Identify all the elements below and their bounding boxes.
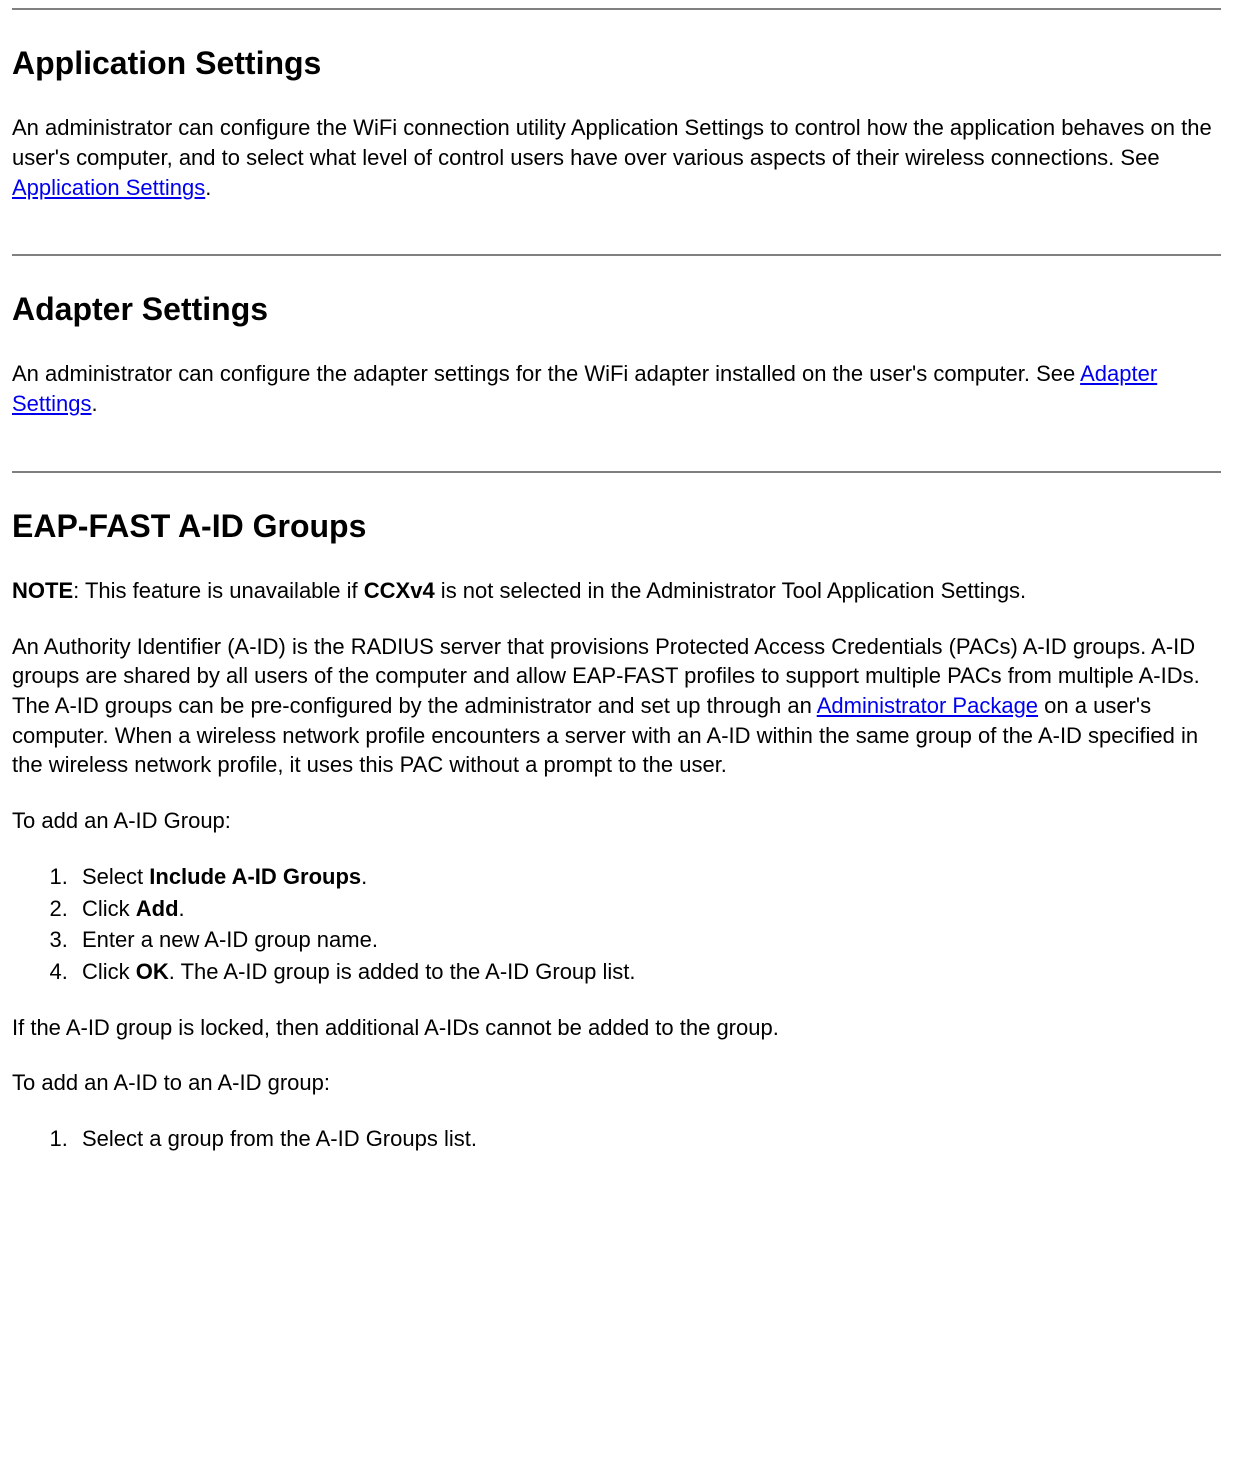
- note-bold-ccxv4: CCXv4: [364, 578, 435, 603]
- list-item: Select Include A-ID Groups.: [74, 862, 1221, 892]
- li2-bold: Add: [136, 896, 179, 921]
- text-app-settings-after: .: [205, 175, 211, 200]
- heading-adapter-settings: Adapter Settings: [12, 288, 1221, 331]
- paragraph-aid-description: An Authority Identifier (A-ID) is the RA…: [12, 632, 1221, 780]
- paragraph-application-settings: An administrator can configure the WiFi …: [12, 113, 1221, 202]
- link-application-settings[interactable]: Application Settings: [12, 175, 205, 200]
- heading-application-settings: Application Settings: [12, 42, 1221, 85]
- divider-1: [12, 254, 1221, 256]
- divider-top: [12, 8, 1221, 10]
- li1-before: Select: [82, 864, 149, 889]
- list-add-aid-group: Select Include A-ID Groups. Click Add. E…: [12, 862, 1221, 987]
- li2-after: .: [179, 896, 185, 921]
- note-before-bold: : This feature is unavailable if: [73, 578, 364, 603]
- list-item: Click Add.: [74, 894, 1221, 924]
- li2-before: Click: [82, 896, 136, 921]
- note-after-bold: is not selected in the Administrator Too…: [435, 578, 1027, 603]
- li4-bold: OK: [136, 959, 169, 984]
- note-label: NOTE: [12, 578, 73, 603]
- text-adapter-after: .: [92, 391, 98, 416]
- paragraph-note: NOTE: This feature is unavailable if CCX…: [12, 576, 1221, 606]
- paragraph-add-aid-group-intro: To add an A-ID Group:: [12, 806, 1221, 836]
- heading-eap-fast: EAP-FAST A-ID Groups: [12, 505, 1221, 548]
- li1-after: .: [361, 864, 367, 889]
- list-item: Select a group from the A-ID Groups list…: [74, 1124, 1221, 1154]
- divider-2: [12, 471, 1221, 473]
- li4-before: Click: [82, 959, 136, 984]
- link-administrator-package[interactable]: Administrator Package: [817, 693, 1038, 718]
- paragraph-adapter-settings: An administrator can configure the adapt…: [12, 359, 1221, 418]
- li1-bold: Include A-ID Groups: [149, 864, 361, 889]
- li4-after: . The A-ID group is added to the A-ID Gr…: [169, 959, 636, 984]
- paragraph-locked-group: If the A-ID group is locked, then additi…: [12, 1013, 1221, 1043]
- text-adapter-before: An administrator can configure the adapt…: [12, 361, 1080, 386]
- list-item: Enter a new A-ID group name.: [74, 925, 1221, 955]
- text-app-settings-before: An administrator can configure the WiFi …: [12, 115, 1212, 170]
- list-item: Click OK. The A-ID group is added to the…: [74, 957, 1221, 987]
- paragraph-add-aid-intro: To add an A-ID to an A-ID group:: [12, 1068, 1221, 1098]
- list-add-aid: Select a group from the A-ID Groups list…: [12, 1124, 1221, 1154]
